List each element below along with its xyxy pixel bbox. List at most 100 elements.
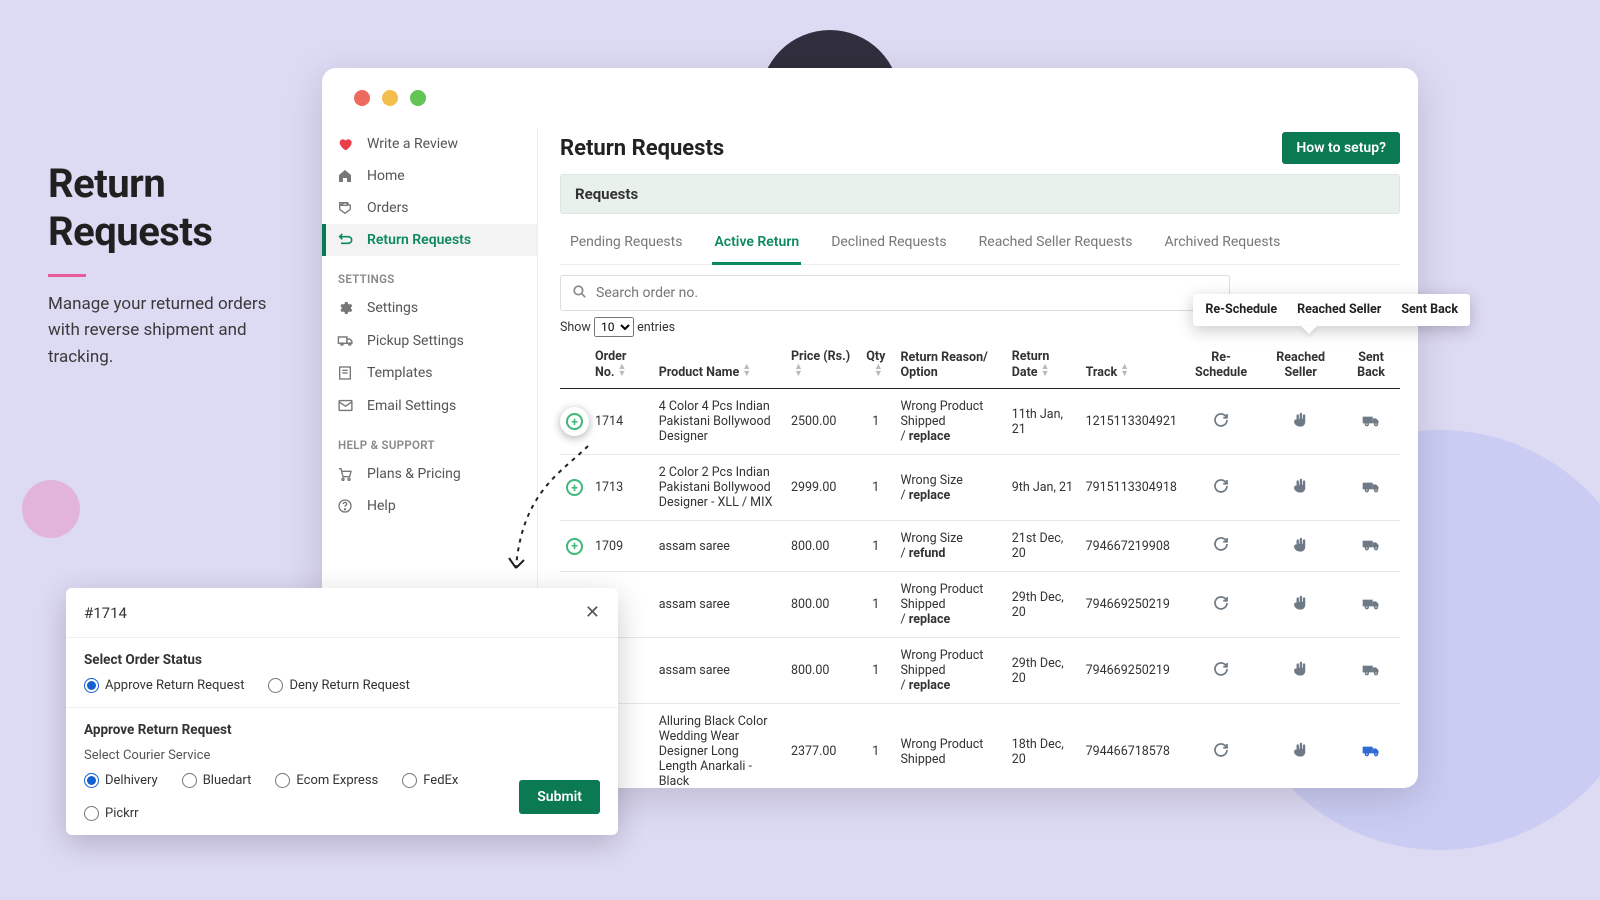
cell-price: 800.00 <box>785 638 857 704</box>
cell-date: 29th Dec, 20 <box>1006 572 1080 638</box>
tab-reached-seller-requests[interactable]: Reached Seller Requests <box>977 228 1135 264</box>
reschedule-icon[interactable] <box>1212 535 1230 557</box>
how-to-setup-button[interactable]: How to setup? <box>1282 132 1400 164</box>
legend-reschedule: Re-Schedule <box>1205 302 1277 318</box>
reached-seller-icon[interactable] <box>1291 410 1310 433</box>
main-panel: Return Requests How to setup? Requests P… <box>538 128 1418 788</box>
tab-active-return[interactable]: Active Return <box>712 228 801 265</box>
sidebar-item-settings[interactable]: Settings <box>322 292 537 324</box>
legend-sent-back: Sent Back <box>1401 302 1458 318</box>
cell-track: 794466718578 <box>1080 704 1183 788</box>
sent-back-icon[interactable] <box>1361 534 1381 558</box>
radio-input[interactable] <box>268 678 283 693</box>
courier-option[interactable]: Delhivery <box>84 773 158 788</box>
courier-option[interactable]: Ecom Express <box>275 773 378 788</box>
col-qty[interactable]: Qty▲▼ <box>857 341 894 389</box>
tab-archived-requests[interactable]: Archived Requests <box>1163 228 1283 264</box>
reschedule-icon[interactable] <box>1212 741 1230 763</box>
courier-option[interactable]: FedEx <box>402 773 458 788</box>
radio-input[interactable] <box>182 773 197 788</box>
sidebar-item-label: Help <box>367 498 396 514</box>
legend-reached-seller: Reached Seller <box>1297 302 1381 318</box>
sidebar-item-return-requests[interactable]: Return Requests <box>322 224 537 256</box>
sidebar-item-plans-pricing[interactable]: Plans & Pricing <box>322 458 537 490</box>
sidebar-item-label: Orders <box>367 200 409 216</box>
sidebar-item-label: Home <box>367 168 405 184</box>
cell-product: assam saree <box>653 521 785 572</box>
search-input[interactable] <box>588 282 1219 304</box>
sidebar-section-help: HELP & SUPPORT <box>322 422 537 458</box>
cell-product: assam saree <box>653 572 785 638</box>
tab-declined-requests[interactable]: Declined Requests <box>829 228 948 264</box>
reschedule-icon[interactable] <box>1212 660 1230 682</box>
sent-back-icon[interactable] <box>1361 740 1381 764</box>
window-close-dot[interactable] <box>354 90 370 106</box>
sidebar-item-templates[interactable]: Templates <box>322 357 537 389</box>
status-label: Select Order Status <box>84 652 600 668</box>
promo-desc: Manage your returned orders with reverse… <box>48 291 288 370</box>
close-icon[interactable]: ✕ <box>585 602 600 623</box>
reached-seller-icon[interactable] <box>1291 476 1310 499</box>
window-min-dot[interactable] <box>382 90 398 106</box>
reached-seller-icon[interactable] <box>1291 740 1310 763</box>
cell-qty: 1 <box>857 704 894 788</box>
radio-input[interactable] <box>84 678 99 693</box>
reached-seller-icon[interactable] <box>1291 593 1310 616</box>
sidebar-item-orders[interactable]: Orders <box>322 192 537 224</box>
reached-seller-icon[interactable] <box>1291 535 1310 558</box>
col-reason[interactable]: Return Reason/ Option <box>894 341 1005 389</box>
sent-back-icon[interactable] <box>1361 659 1381 683</box>
sidebar-item-label: Templates <box>367 365 433 381</box>
reached-seller-icon[interactable] <box>1291 659 1310 682</box>
sidebar-item-label: Email Settings <box>367 398 456 414</box>
sidebar-item-pickup-settings[interactable]: Pickup Settings <box>322 324 537 357</box>
cell-track: 794669250219 <box>1080 572 1183 638</box>
home-icon <box>336 168 354 184</box>
sidebar-item-label: Settings <box>367 300 418 316</box>
cell-price: 800.00 <box>785 521 857 572</box>
sent-back-icon[interactable] <box>1361 410 1381 434</box>
radio-input[interactable] <box>84 806 99 821</box>
col-product[interactable]: Product Name▲▼ <box>653 341 785 389</box>
cell-price: 800.00 <box>785 572 857 638</box>
radio-input[interactable] <box>275 773 290 788</box>
cell-qty: 1 <box>857 638 894 704</box>
sidebar-write-review[interactable]: Write a Review <box>322 128 537 160</box>
courier-option[interactable]: Bluedart <box>182 773 252 788</box>
col-order[interactable]: Order No.▲▼ <box>589 341 653 389</box>
section-subheader: Requests <box>560 174 1400 214</box>
expand-icon[interactable]: + <box>566 479 583 496</box>
reschedule-icon[interactable] <box>1212 411 1230 433</box>
sent-back-icon[interactable] <box>1361 476 1381 500</box>
submit-button[interactable]: Submit <box>519 780 600 814</box>
expand-icon[interactable]: + <box>566 538 583 555</box>
orders-icon <box>336 200 354 216</box>
sidebar-item-email-settings[interactable]: Email Settings <box>322 389 537 422</box>
sidebar-item-help[interactable]: Help <box>322 490 537 522</box>
reschedule-icon[interactable] <box>1212 477 1230 499</box>
search-bar[interactable] <box>560 275 1230 311</box>
cell-track: 794667219908 <box>1080 521 1183 572</box>
cell-product: assam saree <box>653 638 785 704</box>
entries-select[interactable]: 10 <box>594 317 634 337</box>
radio-input[interactable] <box>84 773 99 788</box>
col-price[interactable]: Price (Rs.)▲▼ <box>785 341 857 389</box>
status-option[interactable]: Approve Return Request <box>84 678 244 693</box>
col-track[interactable]: Track▲▼ <box>1080 341 1183 389</box>
radio-input[interactable] <box>402 773 417 788</box>
cell-date: 9th Jan, 21 <box>1006 455 1080 521</box>
cell-reason: Wrong Product Shipped <box>894 704 1005 788</box>
reschedule-icon[interactable] <box>1212 594 1230 616</box>
cell-date: 29th Dec, 20 <box>1006 638 1080 704</box>
courier-option[interactable]: Pickrr <box>84 806 139 821</box>
window-titlebar <box>322 68 1418 128</box>
table-row: assam saree800.001Wrong Product Shipped/… <box>560 638 1400 704</box>
window-max-dot[interactable] <box>410 90 426 106</box>
sent-back-icon[interactable] <box>1361 593 1381 617</box>
sidebar-item-home[interactable]: Home <box>322 160 537 192</box>
tab-pending-requests[interactable]: Pending Requests <box>568 228 684 264</box>
col-date[interactable]: Return Date▲▼ <box>1006 341 1080 389</box>
status-option[interactable]: Deny Return Request <box>268 678 409 693</box>
returns-table: Order No.▲▼Product Name▲▼Price (Rs.)▲▼Qt… <box>560 341 1400 788</box>
expand-icon[interactable]: + <box>566 413 583 430</box>
